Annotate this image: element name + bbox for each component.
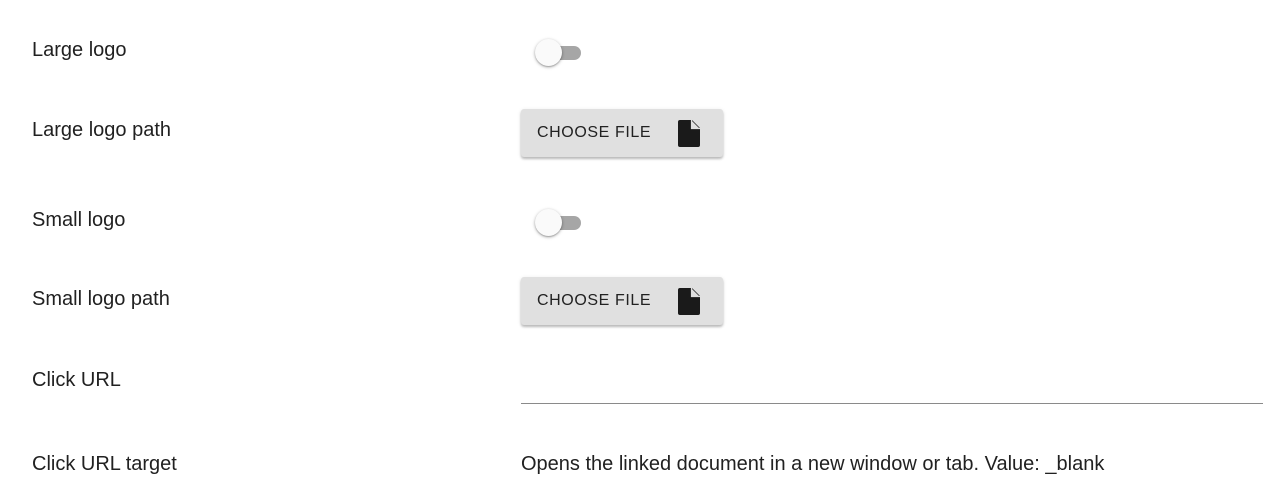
logo-settings-form: Large logo Large logo path CHOOSE FILE S… [0, 0, 1263, 481]
small-logo-toggle[interactable] [535, 207, 593, 237]
large-logo-toggle[interactable] [535, 37, 593, 67]
large-logo-path-label: Large logo path [32, 119, 172, 141]
toggle-thumb [535, 39, 562, 66]
small-logo-choose-file-button[interactable]: CHOOSE FILE [521, 277, 723, 325]
small-logo-path-label: Small logo path [32, 288, 170, 310]
click-url-target-label: Click URL target [32, 453, 177, 475]
file-icon [678, 120, 700, 147]
click-url-label: Click URL [32, 369, 121, 391]
large-logo-label: Large logo [32, 39, 127, 61]
file-icon [678, 288, 700, 315]
click-url-target-value[interactable]: Opens the linked document in a new windo… [521, 452, 1104, 476]
small-logo-label: Small logo [32, 209, 126, 231]
choose-file-label: CHOOSE FILE [537, 124, 652, 141]
toggle-thumb [535, 209, 562, 236]
large-logo-choose-file-button[interactable]: CHOOSE FILE [521, 109, 723, 157]
choose-file-label: CHOOSE FILE [537, 292, 652, 309]
click-url-input[interactable] [521, 360, 1263, 404]
